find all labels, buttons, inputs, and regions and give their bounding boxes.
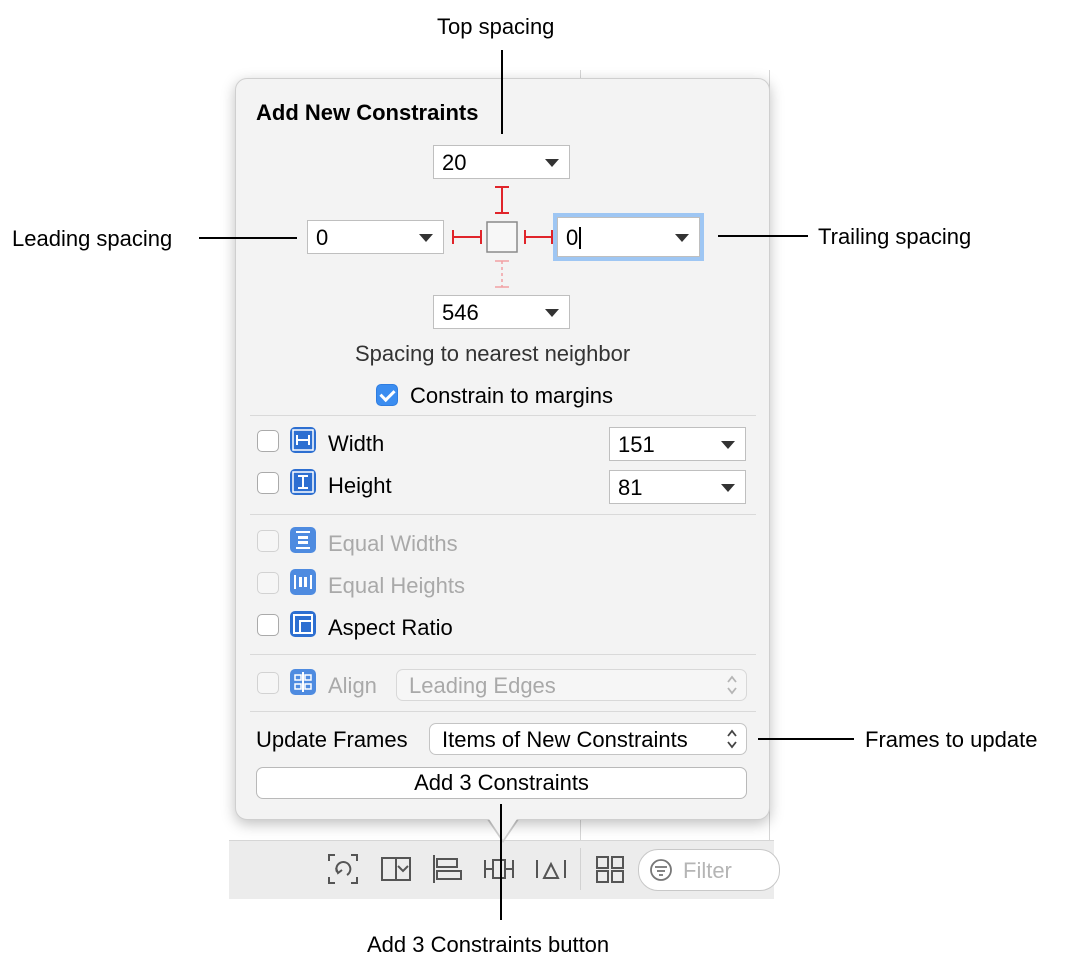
constrain-to-margins-checkbox[interactable] bbox=[376, 384, 398, 406]
grid-icon[interactable] bbox=[593, 852, 627, 886]
popover-arrow bbox=[483, 810, 523, 840]
leading-spacing-field[interactable]: 0 bbox=[307, 220, 444, 254]
divider bbox=[250, 711, 756, 712]
align-popup-value: Leading Edges bbox=[409, 673, 556, 698]
align-checkbox[interactable] bbox=[257, 672, 279, 694]
align-label: Align bbox=[328, 673, 377, 698]
divider bbox=[250, 654, 756, 655]
toolbar-separator bbox=[580, 848, 581, 890]
width-value: 151 bbox=[618, 432, 655, 457]
stepper-icon bbox=[727, 729, 737, 749]
callout-top-spacing: Top spacing bbox=[437, 14, 555, 39]
height-label: Height bbox=[328, 473, 392, 498]
height-constraint-icon bbox=[290, 469, 316, 495]
top-constraint-ibeam[interactable] bbox=[495, 186, 509, 214]
callout-line-frames bbox=[758, 738, 854, 740]
callout-leading-spacing: Leading spacing bbox=[12, 226, 173, 251]
chevron-down-icon[interactable] bbox=[721, 441, 735, 449]
text-cursor bbox=[579, 227, 581, 249]
trailing-constraint-ibeam[interactable] bbox=[524, 230, 553, 244]
bottom-spacing-value: 546 bbox=[442, 300, 479, 325]
view-square bbox=[486, 221, 518, 253]
callout-trailing-spacing: Trailing spacing bbox=[818, 224, 972, 249]
add-constraints-button[interactable]: Add 3 Constraints bbox=[256, 767, 747, 799]
callout-line-leading bbox=[199, 237, 297, 239]
height-value: 81 bbox=[618, 475, 643, 500]
equal-widths-icon bbox=[290, 527, 316, 553]
add-constraints-icon[interactable] bbox=[482, 852, 516, 886]
update-frames-value: Items of New Constraints bbox=[442, 727, 688, 752]
aspect-ratio-label: Aspect Ratio bbox=[328, 615, 453, 640]
align-icon[interactable] bbox=[430, 852, 464, 886]
top-spacing-field[interactable]: 20 bbox=[433, 145, 570, 179]
width-constraint-icon bbox=[290, 427, 316, 453]
callout-add-button: Add 3 Constraints button bbox=[367, 932, 610, 957]
filter-icon bbox=[650, 859, 672, 881]
leading-spacing-value: 0 bbox=[316, 225, 329, 250]
spacing-caption: Spacing to nearest neighbor bbox=[355, 341, 631, 366]
popover-title: Add New Constraints bbox=[256, 100, 479, 125]
chevron-down-icon[interactable] bbox=[675, 234, 689, 242]
divider bbox=[250, 514, 756, 515]
trailing-spacing-field[interactable]: 0 bbox=[553, 213, 704, 261]
chevron-down-icon[interactable] bbox=[545, 159, 559, 167]
embed-in-stack-icon[interactable] bbox=[379, 852, 413, 886]
resolve-issues-icon[interactable] bbox=[534, 852, 568, 886]
stepper-icon bbox=[727, 675, 737, 695]
width-value-field[interactable]: 151 bbox=[609, 427, 746, 461]
update-frames-popup[interactable]: Items of New Constraints bbox=[429, 723, 747, 755]
chevron-down-icon[interactable] bbox=[419, 234, 433, 242]
aspect-ratio-icon bbox=[290, 611, 316, 637]
aspect-ratio-checkbox[interactable] bbox=[257, 614, 279, 636]
bottom-spacing-field[interactable]: 546 bbox=[433, 295, 570, 329]
leading-constraint-ibeam[interactable] bbox=[452, 230, 482, 244]
divider bbox=[250, 415, 756, 416]
equal-widths-checkbox[interactable] bbox=[257, 530, 279, 552]
width-checkbox[interactable] bbox=[257, 430, 279, 452]
filter-placeholder: Filter bbox=[683, 858, 732, 883]
constrain-to-margins-label: Constrain to margins bbox=[410, 383, 613, 408]
chevron-down-icon[interactable] bbox=[545, 309, 559, 317]
callout-frames-to-update: Frames to update bbox=[865, 727, 1038, 752]
chevron-down-icon[interactable] bbox=[721, 484, 735, 492]
width-label: Width bbox=[328, 431, 385, 456]
filter-field[interactable]: Filter bbox=[638, 849, 780, 891]
top-spacing-value: 20 bbox=[442, 150, 467, 175]
height-checkbox[interactable] bbox=[257, 472, 279, 494]
equal-widths-label: Equal Widths bbox=[328, 531, 458, 556]
align-edges-icon bbox=[290, 669, 316, 695]
constraint-diagram bbox=[452, 186, 553, 288]
height-value-field[interactable]: 81 bbox=[609, 470, 746, 504]
align-popup[interactable]: Leading Edges bbox=[396, 669, 747, 701]
equal-heights-icon bbox=[290, 569, 316, 595]
callout-line-trailing bbox=[718, 235, 808, 237]
callout-line-top bbox=[501, 50, 503, 134]
bottom-constraint-ibeam[interactable] bbox=[495, 260, 509, 288]
update-frames-label: Update Frames bbox=[256, 727, 408, 752]
equal-heights-checkbox[interactable] bbox=[257, 572, 279, 594]
trailing-spacing-value: 0 bbox=[566, 225, 579, 250]
update-frames-icon[interactable] bbox=[326, 852, 360, 886]
callout-line-add bbox=[500, 804, 502, 920]
equal-heights-label: Equal Heights bbox=[328, 573, 465, 598]
